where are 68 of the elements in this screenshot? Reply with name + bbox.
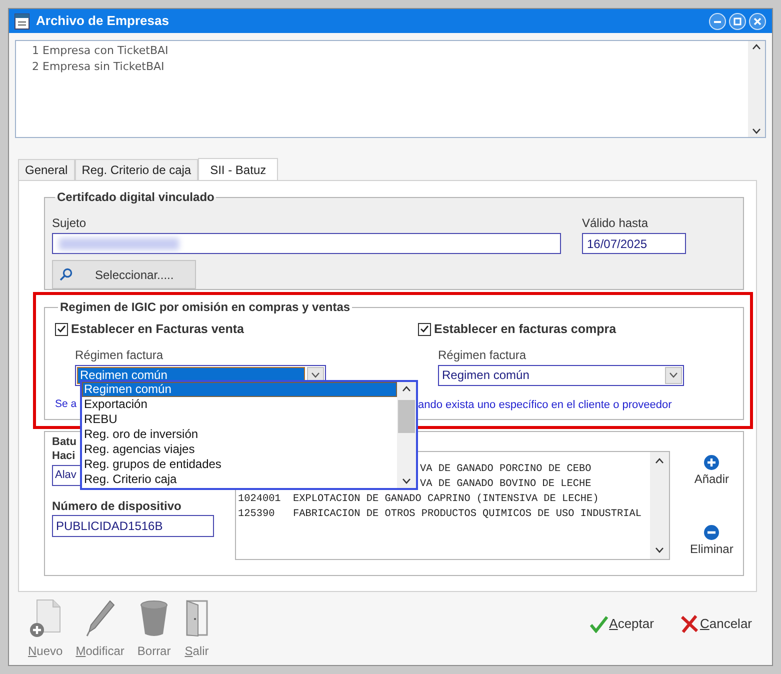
scroll-thumb[interactable] — [398, 400, 415, 433]
dialog-button[interactable]: Aceptar — [590, 614, 654, 634]
tab[interactable]: Reg. Criterio de caja — [74, 159, 198, 180]
close-icon — [680, 614, 699, 633]
maximize-button[interactable] — [729, 12, 746, 30]
pen-icon — [84, 598, 116, 638]
dropdown-option[interactable]: Exportación — [82, 397, 397, 412]
minus-icon — [704, 525, 720, 540]
subject-field[interactable] — [52, 233, 561, 254]
tab[interactable]: General — [18, 159, 75, 180]
group-title: Certifcado digital vinculado — [56, 189, 216, 206]
door-icon — [184, 598, 210, 638]
trash-icon — [139, 598, 170, 638]
field-label: Régimen factura — [438, 348, 526, 362]
new-document-icon — [29, 598, 62, 638]
checkbox[interactable] — [418, 322, 431, 336]
list-item[interactable]: 1 Empresa con TicketBAI — [32, 43, 168, 59]
list-item[interactable]: VA DE GANADO PORCINO DE CEBO — [420, 462, 592, 477]
scroll-down-icon[interactable] — [402, 478, 411, 484]
field-label: Sujeto — [52, 216, 88, 230]
dropdown-option[interactable]: Reg. oro de inversión — [82, 427, 397, 442]
dialog-button[interactable]: Cancelar — [680, 614, 752, 634]
scroll-down-icon[interactable] — [752, 128, 761, 134]
date-field[interactable]: 16/07/2025 — [582, 233, 686, 254]
add-button[interactable]: Añadir — [694, 455, 730, 488]
company-list[interactable]: 1 Empresa con TicketBAI 2 Empresa sin TicketBAI — [15, 40, 766, 138]
field-label: Número de dispositivo — [52, 499, 182, 513]
field-label: Régimen factura — [75, 348, 164, 362]
list-item[interactable]: VA DE GANADO BOVINO DE LECHE — [420, 477, 592, 492]
close-button[interactable] — [749, 12, 766, 30]
dropdown[interactable]: Regimen común — [438, 364, 684, 386]
dropdown-option[interactable]: REBU — [82, 412, 397, 427]
checkbox-label: Establecer en facturas compra — [434, 321, 616, 338]
checkbox-label: Establecer en Facturas venta — [71, 321, 244, 338]
scrollbar[interactable] — [397, 382, 416, 488]
device-field[interactable]: PUBLICIDAD1516B — [52, 515, 214, 537]
scroll-down-icon[interactable] — [655, 547, 664, 553]
scrollbar[interactable] — [748, 41, 765, 137]
toolbar-button[interactable]: Modificar — [74, 598, 126, 660]
window-title: Archivo de Empresas — [36, 12, 169, 30]
check-icon — [590, 614, 608, 633]
tab[interactable]: SII - Batuz — [198, 158, 278, 181]
checkbox[interactable] — [55, 322, 68, 336]
toolbar-button[interactable]: Borrar — [135, 598, 173, 660]
note-text: ando exista uno específico en el cliente o proveedor — [418, 398, 672, 413]
toolbar-button[interactable]: Salir — [182, 598, 212, 660]
scroll-up-icon[interactable] — [655, 458, 664, 464]
list-item[interactable]: 1024001 EXPLOTACION DE GANADO CAPRINO (INTENSIVA DE LECHE) — [238, 492, 599, 507]
plus-icon — [704, 455, 720, 470]
search-icon — [59, 268, 73, 281]
group-title: Regimen de IGIC por omisión en compras y ventas — [59, 299, 352, 316]
field-label: Haci — [52, 449, 76, 463]
chevron-down-icon — [311, 372, 320, 378]
chevron-down-icon — [669, 372, 678, 378]
scroll-up-icon[interactable] — [402, 386, 411, 392]
field-label: Válido hasta — [582, 216, 650, 230]
dropdown-option[interactable]: Regimen común — [82, 382, 397, 397]
list-item[interactable]: 125390 FABRICACION DE OTROS PRODUCTOS QUIMICOS DE USO INDUSTRIAL — [238, 507, 642, 522]
select-button[interactable]: Seleccionar..... — [52, 260, 196, 289]
toolbar-button[interactable]: Nuevo — [26, 598, 65, 660]
note-text: Se a — [55, 396, 77, 412]
minimize-button[interactable] — [709, 12, 726, 30]
scrollbar[interactable] — [650, 452, 669, 559]
list-item[interactable]: 2 Empresa sin TicketBAI — [32, 59, 164, 75]
calendar-icon — [14, 12, 30, 30]
scroll-up-icon[interactable] — [752, 44, 761, 50]
field-label: Batu — [52, 435, 76, 449]
dropdown-list[interactable]: Regimen común Exportación REBU Reg. oro de inversión Reg. agencias viajes Reg. grupos de entidades Reg. Criterio caja — [80, 380, 418, 490]
